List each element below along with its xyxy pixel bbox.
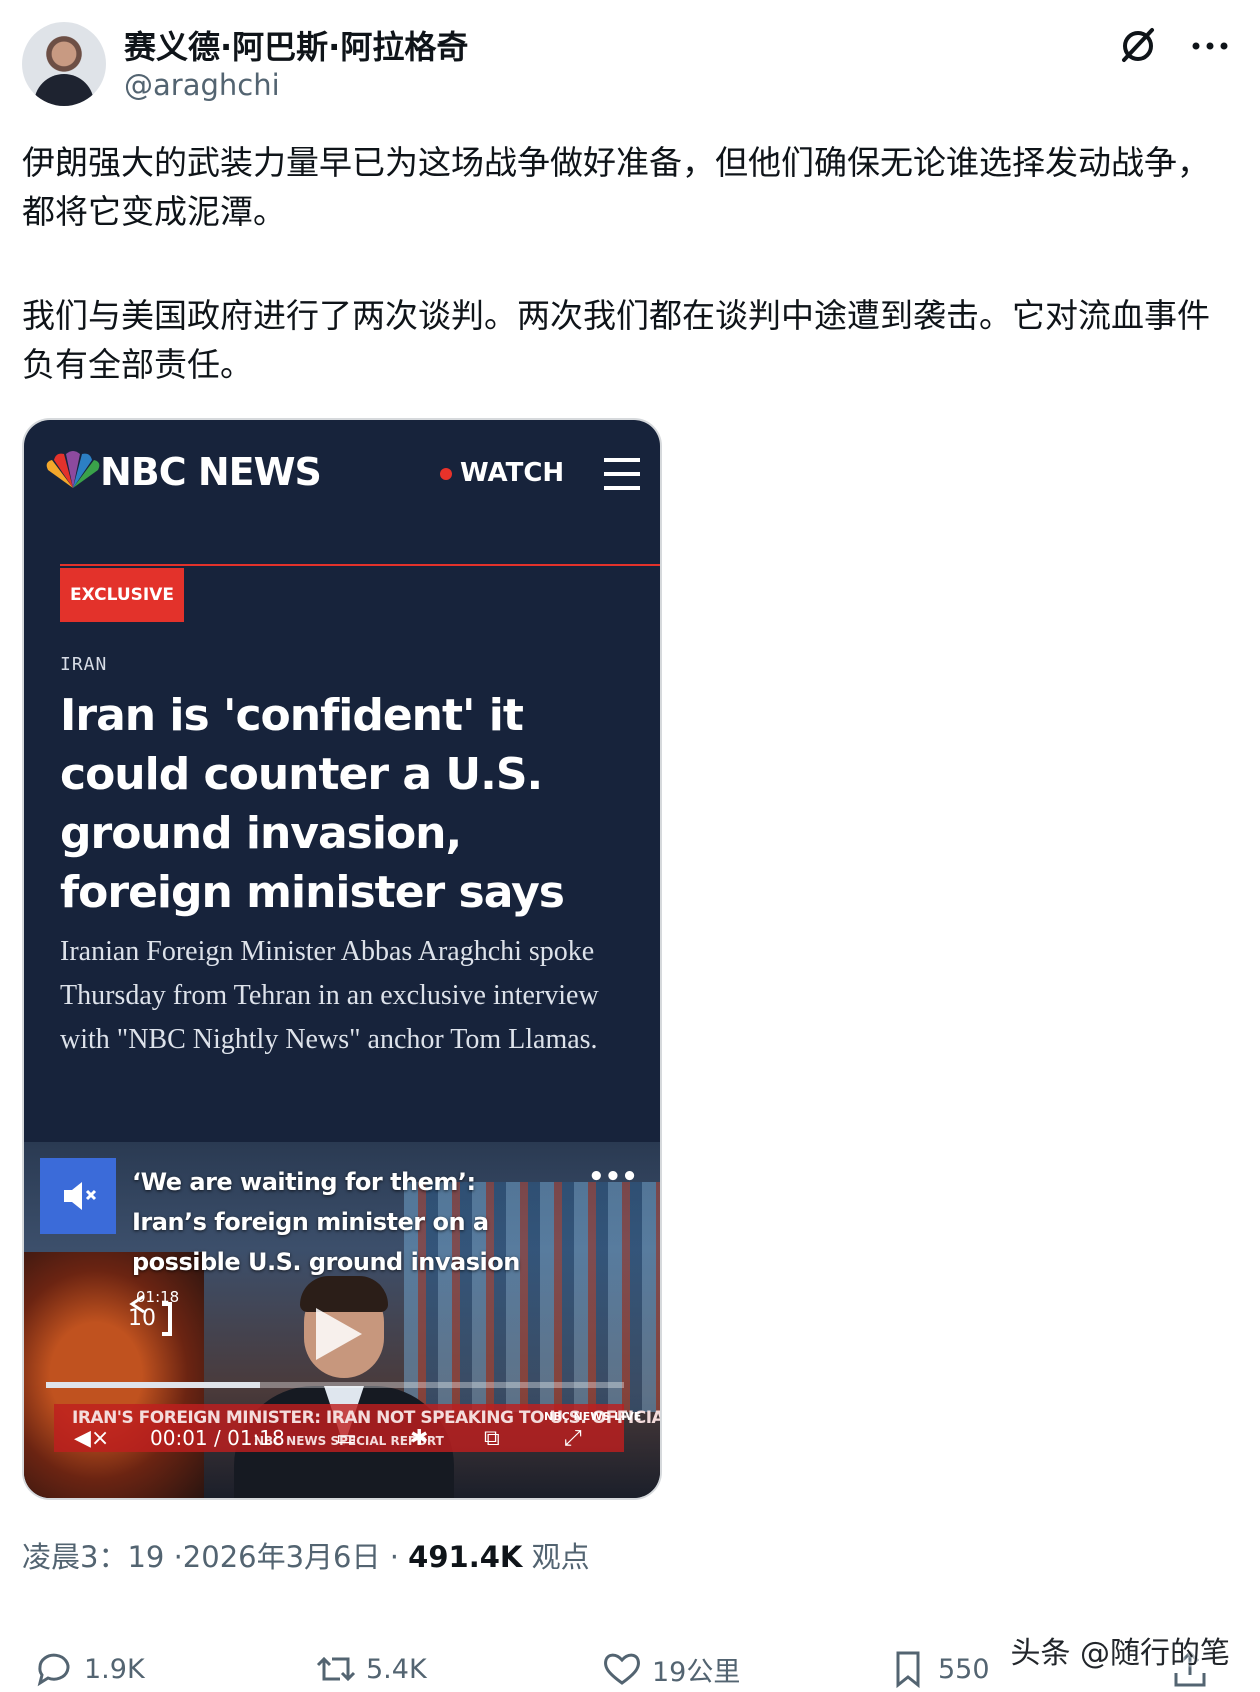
bookmark-count: 550 (938, 1653, 990, 1685)
reply-icon (37, 1653, 70, 1687)
source-watermark: 头条 @随行的笔 (1010, 1636, 1230, 1671)
mute-button[interactable] (40, 1158, 116, 1234)
author-avatar[interactable] (22, 22, 106, 106)
settings-gear-icon[interactable]: ✱ (410, 1426, 428, 1451)
ticker-brand: NBC NEWS LIVE (544, 1410, 642, 1423)
bookmark-button[interactable]: 550 (886, 1646, 990, 1692)
bookmark-icon (896, 1651, 920, 1689)
post-text: 伊朗强大的武装力量早已为这场战争做好准备，但他们确保无论谁选择发动战争，都将它变… (22, 138, 1232, 444)
repost-count: 5.4K (366, 1653, 427, 1685)
reply-count: 1.9K (84, 1653, 145, 1685)
rewind-timestamp: 01:18 (136, 1288, 180, 1306)
menu-icon[interactable] (604, 458, 640, 490)
nbc-top-bar: NBC NEWS WATCH (24, 420, 660, 530)
divider (60, 564, 660, 566)
live-dot-icon (440, 468, 452, 480)
nbc-peacock-icon (46, 451, 100, 488)
view-count: 491.4K (408, 1540, 523, 1574)
exclusive-badge: EXCLUSIVE (60, 568, 184, 622)
duration: 01:18 (227, 1426, 285, 1450)
picture-in-picture-icon[interactable]: ⧉ (484, 1426, 500, 1451)
repost-icon (316, 1656, 356, 1682)
video-title: ‘We are waiting for them’: Iran’s foreig… (132, 1168, 520, 1276)
rewind-seconds: 10 (128, 1306, 156, 1331)
post-date[interactable]: ·2026年3月6日 · (174, 1540, 399, 1574)
speaker-muted-icon (64, 1182, 97, 1210)
like-button[interactable]: 19公里 (600, 1646, 740, 1692)
heart-icon (604, 1653, 640, 1685)
fullscreen-icon[interactable]: ⤢ (564, 1426, 582, 1451)
post-meta: 凌晨3：19 ·2026年3月6日 · 491.4K 观点 (22, 1534, 590, 1576)
play-icon[interactable] (316, 1308, 362, 1360)
article-headline: Iran is 'confident' it could counter a U… (60, 690, 565, 918)
video-controls: ◀× 00:01 / 01:18 ▭ ✱ ⧉ ⤢ (54, 1426, 624, 1456)
post-header: 赛义德·阿巴斯·阿拉格奇 @araghchi (22, 22, 1232, 112)
volume-mute-icon[interactable]: ◀× (74, 1426, 109, 1451)
article-dek: Iranian Foreign Minister Abbas Araghchi … (60, 936, 599, 1055)
post-time[interactable]: 凌晨3：19 (22, 1540, 164, 1574)
more-options-icon[interactable] (1188, 36, 1232, 56)
video-progress-bar[interactable] (46, 1382, 624, 1388)
current-time: 00:01 (150, 1426, 208, 1450)
reply-button[interactable]: 1.9K (32, 1646, 145, 1692)
like-count: 19公里 (652, 1656, 741, 1688)
embedded-media[interactable]: NBC NEWS WATCH EXCLUSIVE IRAN Iran is 'c… (24, 420, 660, 1498)
author-display-name[interactable]: 赛义德·阿巴斯·阿拉格奇 (124, 22, 468, 68)
grok-icon[interactable] (1116, 24, 1160, 68)
post-paragraph: 我们与美国政府进行了两次谈判。两次我们都在谈判中途遭到袭击。它对流血事件负有全部… (22, 296, 1210, 384)
nbc-brand: NBC NEWS (100, 450, 322, 494)
post-paragraph: 伊朗强大的武装力量早已为这场战争做好准备，但他们确保无论谁选择发动战争，都将它变… (22, 143, 1210, 231)
video-time: 00:01 / 01:18 (150, 1426, 285, 1450)
view-label: 观点 (531, 1540, 590, 1574)
author-handle[interactable]: @araghchi (124, 68, 280, 102)
repost-button[interactable]: 5.4K (314, 1646, 427, 1692)
video-more-icon[interactable]: ••• (588, 1162, 638, 1192)
captions-icon[interactable]: ▭ (336, 1426, 357, 1451)
video-progress-fill (46, 1382, 260, 1388)
section-kicker: IRAN (60, 654, 108, 675)
watch-link[interactable]: WATCH (460, 458, 564, 488)
video-player[interactable]: ‘We are waiting for them’: Iran’s foreig… (24, 1142, 660, 1498)
